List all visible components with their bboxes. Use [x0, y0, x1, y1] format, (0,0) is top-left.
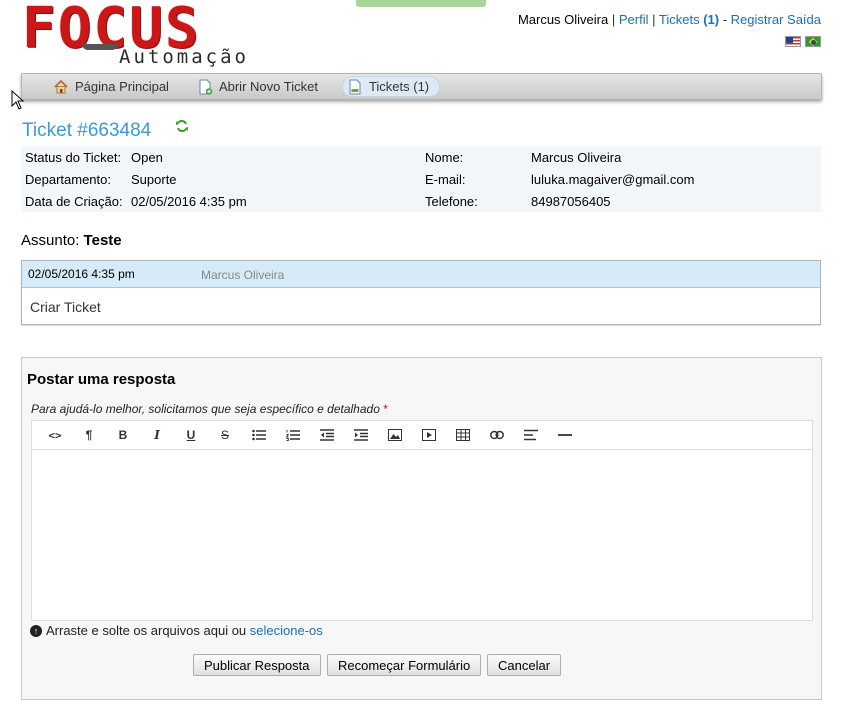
select-files-link[interactable]: selecione-os — [250, 623, 323, 638]
reset-form-button[interactable]: Recomeçar Formulário — [327, 654, 482, 676]
italic-icon: I — [154, 428, 160, 442]
nav-item-home[interactable]: Página Principal — [49, 76, 179, 97]
file-dropzone[interactable]: ↑ Arraste e solte os arquivos aqui ou se… — [30, 623, 323, 638]
info-row: Data de Criação: 02/05/2016 4:35 pm Tele… — [21, 190, 821, 212]
name-value: Marcus Oliveira — [531, 149, 622, 165]
thread-entry-date: 02/05/2016 4:35 pm — [28, 267, 135, 281]
tickets-icon — [349, 79, 361, 94]
thread-entry: 02/05/2016 4:35 pm Marcus Oliveira Criar… — [21, 260, 821, 325]
upload-icon: ↑ — [30, 624, 42, 637]
html-code-button[interactable]: <> — [38, 423, 72, 447]
thread-entry-body: Criar Ticket — [30, 299, 101, 315]
align-button[interactable] — [514, 423, 548, 447]
subject-value: Teste — [83, 232, 122, 249]
table-icon — [456, 429, 470, 441]
unordered-list-button[interactable] — [242, 423, 276, 447]
underline-icon: U — [186, 428, 196, 442]
insert-image-button[interactable] — [378, 423, 412, 447]
editor-toolbar: <> ¶ B I U S — [31, 420, 813, 449]
home-icon — [54, 79, 68, 93]
thread-entry-header: 02/05/2016 4:35 pm Marcus Oliveira — [22, 261, 820, 288]
mouse-cursor-icon — [11, 90, 25, 110]
insert-video-button[interactable] — [412, 423, 446, 447]
phone-label: Telefone: — [425, 193, 478, 209]
ticket-title: Ticket #663484 — [22, 120, 152, 141]
tickets-link-count: (1) — [703, 12, 720, 27]
new-ticket-icon — [199, 79, 213, 95]
status-label: Status do Ticket: — [25, 149, 122, 165]
email-value: luluka.magaiver@gmail.com — [531, 171, 695, 187]
cancel-button[interactable]: Cancelar — [487, 654, 562, 676]
department-value: Suporte — [131, 171, 177, 187]
subject-label: Assunto: — [21, 232, 80, 249]
outdent-button[interactable] — [310, 423, 344, 447]
top-accent-tab — [356, 0, 486, 7]
image-icon — [388, 429, 402, 441]
user-name: Marcus Oliveira — [517, 12, 609, 27]
ticket-info-table: Status do Ticket: Open Nome: Marcus Oliv… — [21, 146, 821, 212]
attach-text: Arraste e solte os arquivos aqui ou — [46, 623, 247, 638]
main-nav: Página Principal Abrir Novo Ticket Ticke… — [21, 73, 822, 100]
name-label: Nome: — [425, 149, 464, 165]
link-icon — [490, 430, 504, 440]
indent-button[interactable] — [344, 423, 378, 447]
unordered-list-icon — [252, 429, 266, 441]
ordered-list-button[interactable] — [276, 423, 310, 447]
html-code-icon: <> — [48, 428, 62, 442]
thread-entry-author: Marcus Oliveira — [201, 268, 285, 282]
nav-item-label: Página Principal — [75, 79, 169, 94]
ticket-subject: Assunto: Teste — [21, 232, 122, 249]
reply-title: Postar uma resposta — [27, 371, 176, 388]
align-left-icon — [524, 429, 538, 441]
email-label: E-mail: — [425, 171, 466, 187]
reply-hint: Para ajudá-lo melhor, solicitamos que se… — [31, 402, 388, 416]
ordered-list-icon — [286, 430, 300, 441]
reply-editor[interactable] — [31, 449, 813, 621]
tickets-link[interactable]: Tickets (1) — [659, 12, 719, 27]
outdent-icon — [320, 429, 334, 441]
tickets-link-label: Tickets — [658, 12, 700, 27]
paragraph-button[interactable]: ¶ — [72, 423, 106, 447]
nav-item-label: Tickets (1) — [368, 79, 430, 94]
refresh-icon[interactable] — [175, 119, 189, 133]
profile-link[interactable]: Perfil — [619, 12, 649, 27]
created-label: Data de Criação: — [25, 193, 123, 209]
bold-button[interactable]: B — [106, 423, 140, 447]
created-value: 02/05/2016 4:35 pm — [131, 193, 247, 209]
strikethrough-icon: S — [220, 428, 229, 442]
submit-reply-button[interactable]: Publicar Resposta — [193, 654, 321, 676]
required-mark: * — [383, 402, 388, 416]
strikethrough-button[interactable]: S — [208, 423, 242, 447]
reply-form: Postar uma resposta Para ajudá-lo melhor… — [21, 357, 822, 700]
user-links: Marcus Oliveira | Perfil | Tickets (1) -… — [517, 12, 821, 27]
paragraph-icon: ¶ — [85, 428, 93, 442]
underline-button[interactable]: U — [174, 423, 208, 447]
status-value: Open — [131, 149, 163, 165]
nav-item-label: Abrir Novo Ticket — [218, 79, 318, 94]
insert-link-button[interactable] — [480, 423, 514, 447]
horizontal-rule-button[interactable] — [548, 423, 582, 447]
nav-item-new-ticket[interactable]: Abrir Novo Ticket — [193, 76, 328, 97]
nav-item-tickets[interactable]: Tickets (1) — [341, 76, 441, 97]
reply-hint-text: Para ajudá-lo melhor, solicitamos que se… — [31, 402, 380, 416]
horizontal-rule-icon — [558, 434, 572, 436]
department-label: Departamento: — [25, 171, 111, 187]
info-row: Departamento: Suporte E-mail: luluka.mag… — [21, 168, 821, 190]
phone-value: 84987056405 — [531, 193, 611, 209]
br-flag-icon[interactable] — [805, 36, 821, 47]
us-flag-icon[interactable] — [785, 36, 801, 47]
indent-icon — [354, 429, 368, 441]
focus-automacao-logo[interactable]: FOCUS Automação — [22, 0, 258, 70]
logout-link[interactable]: Registrar Saída — [731, 12, 821, 27]
language-flags — [785, 36, 821, 47]
logo-monitor-base — [82, 44, 118, 50]
italic-button[interactable]: I — [140, 423, 174, 447]
video-icon — [422, 429, 436, 441]
logo-subtitle: Automação — [119, 46, 249, 68]
bold-icon: B — [118, 428, 128, 442]
insert-table-button[interactable] — [446, 423, 480, 447]
info-row: Status do Ticket: Open Nome: Marcus Oliv… — [21, 146, 821, 168]
